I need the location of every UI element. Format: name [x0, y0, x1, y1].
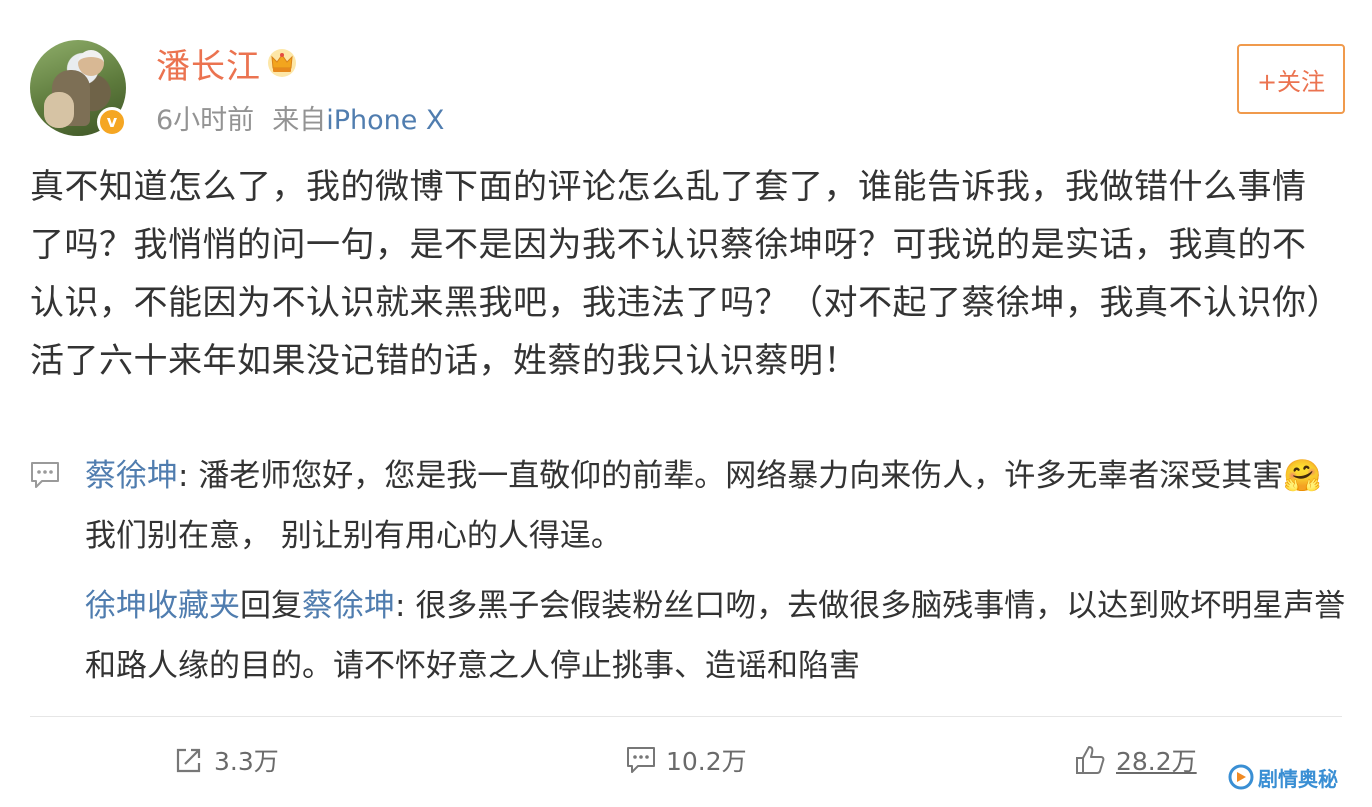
comment-button[interactable]: 10.2万 [626, 742, 747, 778]
source-label: 来自 [272, 105, 327, 136]
comment-count: 10.2万 [666, 747, 747, 776]
comment-bubble-icon [31, 462, 59, 488]
comment-author-link[interactable]: 徐坤收藏夹 [85, 588, 240, 624]
post-meta: 6小时前 来自iPhone X [156, 98, 444, 137]
featured-comments: 蔡徐坤: 潘老师您好，您是我一直敬仰的前辈。网络暴力向来伤人，许多无辜者深受其害… [30, 446, 1350, 696]
watermark-text: 剧情奥秘 [1258, 766, 1338, 791]
verified-icon: v [97, 107, 127, 137]
divider [30, 716, 1342, 717]
reply-label: 回复 [240, 588, 302, 624]
like-button[interactable]: 28.2万 [1074, 742, 1197, 778]
comment-separator: : [395, 588, 416, 624]
comment-separator: : [178, 458, 199, 494]
crown-icon [268, 49, 296, 77]
source-device-link[interactable]: iPhone X [326, 105, 444, 136]
post-text: 真不知道怎么了，我的微博下面的评论怎么乱了套了，谁能告诉我，我做错什么事情了吗？… [30, 167, 1324, 381]
repost-icon [176, 748, 201, 773]
avatar-child [44, 92, 74, 128]
like-icon [1076, 746, 1105, 774]
avatar-head [78, 50, 104, 76]
follow-button[interactable]: +关注 [1237, 44, 1345, 114]
watermark: 剧情奥秘 [1228, 762, 1338, 792]
comment-icon [627, 747, 655, 773]
reply-to-link[interactable]: 蔡徐坤 [302, 588, 395, 624]
comment-item: 徐坤收藏夹回复蔡徐坤: 很多黑子会假装粉丝口吻，去做很多脑残事情，以达到败坏明星… [30, 576, 1350, 696]
comment-author-link[interactable]: 蔡徐坤 [85, 458, 178, 494]
hug-emoji-icon: 🤗 [1283, 458, 1322, 494]
username[interactable]: 潘长江 [156, 39, 261, 88]
comment-text-continued: 我们别在意， 别让别有用心的人得逞。 [85, 518, 622, 554]
username-row: 潘长江 [156, 42, 297, 87]
repost-button[interactable]: 3.3万 [174, 742, 279, 778]
comment-item: 蔡徐坤: 潘老师您好，您是我一直敬仰的前辈。网络暴力向来伤人，许多无辜者深受其害… [30, 446, 1350, 566]
post-time: 6小时前 [156, 105, 255, 136]
comment-text: 潘老师您好，您是我一直敬仰的前辈。网络暴力向来伤人，许多无辜者深受其害 [198, 458, 1284, 494]
like-count: 28.2万 [1116, 747, 1197, 776]
watermark-logo-icon [1228, 764, 1254, 790]
repost-count: 3.3万 [214, 747, 279, 776]
